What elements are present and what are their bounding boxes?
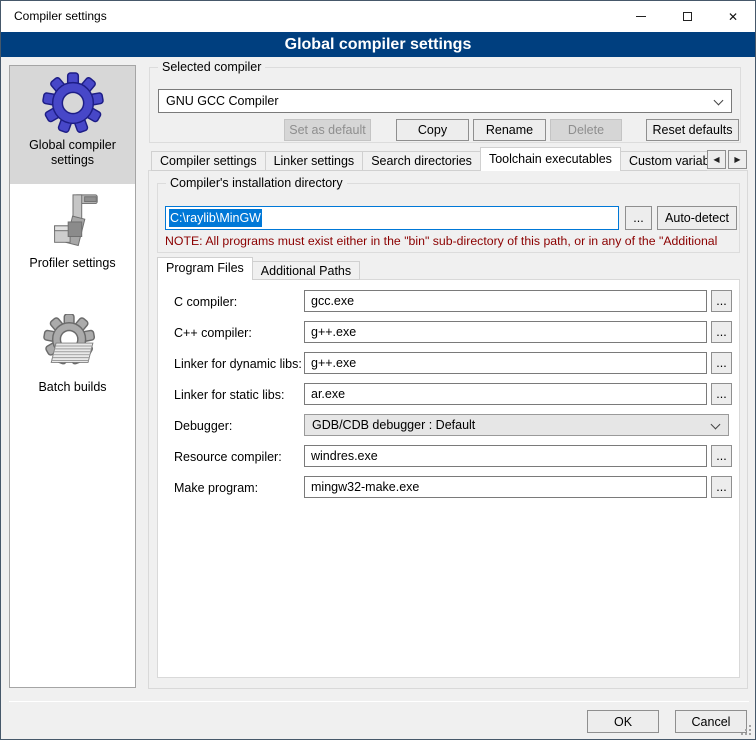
note-text: NOTE: All programs must exist either in … bbox=[165, 234, 737, 248]
linker-dynamic-input[interactable]: g++.exe bbox=[304, 352, 707, 374]
field-value: g++.exe bbox=[311, 325, 356, 339]
make-program-input[interactable]: mingw32-make.exe bbox=[304, 476, 707, 498]
sidebar-item-label: Profiler settings bbox=[17, 256, 129, 271]
c-compiler-input[interactable]: gcc.exe bbox=[304, 290, 707, 312]
arrow-right-icon: ▶ bbox=[734, 155, 740, 164]
batch-builds-icon bbox=[42, 314, 104, 376]
settings-tab-bar: Compiler settings Linker settings Search… bbox=[151, 147, 707, 171]
tab-compiler-settings[interactable]: Compiler settings bbox=[151, 151, 266, 171]
button-label: Rename bbox=[486, 123, 533, 137]
browse-resource-compiler-button[interactable]: ... bbox=[711, 445, 732, 467]
title-bar: Compiler settings ✕ bbox=[1, 1, 755, 32]
resource-compiler-input[interactable]: windres.exe bbox=[304, 445, 707, 467]
tab-search-directories[interactable]: Search directories bbox=[362, 151, 481, 171]
button-label: ... bbox=[716, 480, 726, 494]
minimize-button[interactable] bbox=[618, 1, 664, 32]
browse-c-compiler-button[interactable]: ... bbox=[711, 290, 732, 312]
maximize-button[interactable] bbox=[664, 1, 710, 32]
button-label: OK bbox=[614, 715, 632, 729]
page-title: Global compiler settings bbox=[285, 36, 472, 54]
arrow-left-icon: ◀ bbox=[713, 155, 719, 164]
close-icon: ✕ bbox=[728, 10, 738, 24]
tab-scroll-right-button[interactable]: ▶ bbox=[728, 150, 747, 169]
field-label-c-compiler: C compiler: bbox=[174, 294, 237, 310]
delete-button[interactable]: Delete bbox=[550, 119, 622, 141]
settings-category-list: Global compiler settings Profiler settin… bbox=[9, 65, 136, 688]
field-value: gcc.exe bbox=[311, 294, 354, 308]
button-label: ... bbox=[716, 325, 726, 339]
button-label: ... bbox=[633, 211, 643, 225]
button-label: Set as default bbox=[289, 123, 365, 137]
button-label: ... bbox=[716, 449, 726, 463]
tab-custom-variables[interactable]: Custom variables bbox=[620, 151, 707, 171]
tab-toolchain-executables[interactable]: Toolchain executables bbox=[480, 147, 621, 171]
browse-cpp-compiler-button[interactable]: ... bbox=[711, 321, 732, 343]
auto-detect-button[interactable]: Auto-detect bbox=[657, 206, 737, 230]
field-value: windres.exe bbox=[311, 449, 378, 463]
field-value: g++.exe bbox=[311, 356, 356, 370]
cancel-button[interactable]: Cancel bbox=[675, 710, 747, 733]
field-value: mingw32-make.exe bbox=[311, 480, 419, 494]
sidebar-item-label: Global compiler settings bbox=[17, 138, 129, 168]
button-label: ... bbox=[716, 387, 726, 401]
field-label-linker-static: Linker for static libs: bbox=[174, 387, 284, 403]
field-label-linker-dynamic: Linker for dynamic libs: bbox=[174, 356, 302, 372]
chevron-down-icon bbox=[714, 96, 724, 106]
button-label: Reset defaults bbox=[653, 123, 733, 137]
button-label: Delete bbox=[568, 123, 604, 137]
button-label: ... bbox=[716, 294, 726, 308]
reset-defaults-button[interactable]: Reset defaults bbox=[646, 119, 739, 141]
debugger-select-value: GDB/CDB debugger : Default bbox=[312, 418, 475, 432]
selected-text: C:\raylib\MinGW bbox=[169, 209, 262, 227]
field-label-debugger: Debugger: bbox=[174, 418, 232, 434]
dialog-header: Global compiler settings bbox=[1, 32, 755, 57]
field-value: ar.exe bbox=[311, 387, 345, 401]
browse-make-program-button[interactable]: ... bbox=[711, 476, 732, 498]
close-button[interactable]: ✕ bbox=[710, 1, 756, 32]
browse-directory-button[interactable]: ... bbox=[625, 206, 652, 230]
sidebar-item-profiler-settings[interactable]: Profiler settings bbox=[10, 188, 135, 302]
cpp-compiler-input[interactable]: g++.exe bbox=[304, 321, 707, 343]
button-label: ... bbox=[716, 356, 726, 370]
tab-program-files[interactable]: Program Files bbox=[157, 257, 253, 280]
rename-button[interactable]: Rename bbox=[473, 119, 546, 141]
sidebar-item-batch-builds[interactable]: Batch builds bbox=[10, 306, 135, 424]
installation-directory-input[interactable]: C:\raylib\MinGW bbox=[165, 206, 619, 230]
ok-button[interactable]: OK bbox=[587, 710, 659, 733]
caliper-icon bbox=[42, 190, 104, 252]
maximize-icon bbox=[683, 12, 692, 21]
footer-divider bbox=[9, 701, 749, 702]
tab-scroll-left-button[interactable]: ◀ bbox=[707, 150, 726, 169]
set-as-default-button[interactable]: Set as default bbox=[284, 119, 371, 141]
compiler-select[interactable]: GNU GCC Compiler bbox=[158, 89, 732, 113]
sidebar-item-global-compiler-settings[interactable]: Global compiler settings bbox=[10, 66, 135, 184]
field-label-cpp-compiler: C++ compiler: bbox=[174, 325, 252, 341]
button-label: Auto-detect bbox=[665, 211, 729, 225]
program-tab-bar: Program Files Additional Paths bbox=[157, 257, 359, 280]
group-label: Compiler's installation directory bbox=[166, 176, 347, 191]
resize-grip[interactable] bbox=[741, 725, 752, 736]
compiler-settings-dialog: Compiler settings ✕ Global compiler sett… bbox=[0, 0, 756, 740]
copy-button[interactable]: Copy bbox=[396, 119, 469, 141]
field-label-make-program: Make program: bbox=[174, 480, 258, 496]
blue-gear-icon bbox=[42, 72, 104, 134]
chevron-down-icon bbox=[711, 420, 721, 430]
tab-additional-paths[interactable]: Additional Paths bbox=[252, 261, 360, 280]
sidebar-item-label: Batch builds bbox=[17, 380, 129, 395]
debugger-select[interactable]: GDB/CDB debugger : Default bbox=[304, 414, 729, 436]
browse-linker-dynamic-button[interactable]: ... bbox=[711, 352, 732, 374]
linker-static-input[interactable]: ar.exe bbox=[304, 383, 707, 405]
window-title: Compiler settings bbox=[14, 1, 107, 32]
browse-linker-static-button[interactable]: ... bbox=[711, 383, 732, 405]
group-label: Selected compiler bbox=[158, 60, 265, 75]
button-label: Copy bbox=[418, 123, 447, 137]
minimize-icon bbox=[636, 16, 646, 17]
compiler-select-value: GNU GCC Compiler bbox=[166, 94, 279, 108]
tab-linker-settings[interactable]: Linker settings bbox=[265, 151, 364, 171]
field-label-resource-compiler: Resource compiler: bbox=[174, 449, 282, 465]
button-label: Cancel bbox=[692, 715, 731, 729]
